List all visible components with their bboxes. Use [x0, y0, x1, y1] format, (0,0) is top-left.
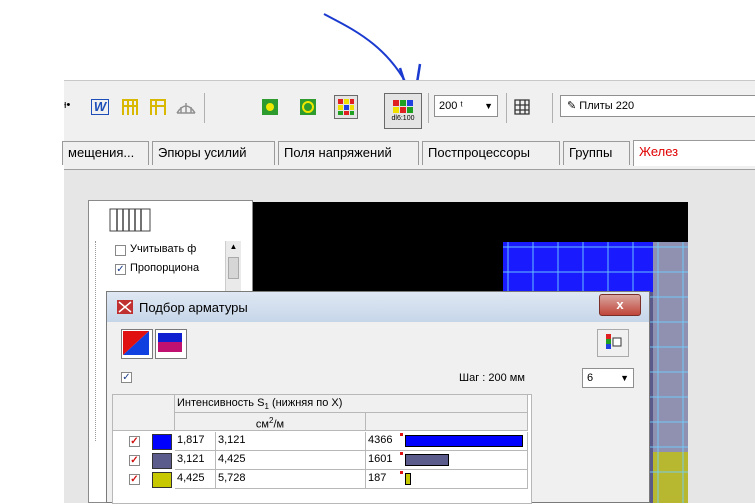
tree-item-label: Пропорциона	[130, 262, 200, 274]
row-count-marker	[400, 471, 403, 474]
section-icon	[109, 208, 151, 232]
tree-item-checkbox[interactable]: ✓	[115, 264, 126, 275]
tree-item-label: Учитывать ф	[130, 243, 197, 255]
bridge-icon	[176, 103, 196, 114]
step-combo[interactable]: 200 ᵗ ▼	[434, 95, 498, 117]
row-count-bar	[405, 473, 411, 485]
red-blue-split-button[interactable]	[121, 329, 153, 359]
intensity-header-suffix: (нижняя по X)	[268, 397, 343, 409]
reinforcement-dialog: Подбор арматуры x ✓ Шаг : 200 мм 6 ▼ Инт…	[106, 291, 650, 504]
row-count-marker	[400, 433, 403, 436]
frame-yellow-icon	[122, 99, 138, 115]
word-export-button[interactable]: W	[88, 95, 112, 119]
table-row[interactable]: ✓ 1,817 3,121 4366	[113, 432, 531, 451]
green-ring-button[interactable]	[296, 95, 320, 119]
reinforcement-grid-icon	[393, 100, 413, 113]
row-count-bar	[405, 435, 523, 447]
frame-tool-2-button[interactable]	[146, 95, 170, 119]
chart-header	[366, 413, 528, 431]
row-color-swatch[interactable]	[152, 434, 172, 450]
header-blank	[113, 395, 175, 431]
count-combo[interactable]: 6 ▼	[582, 368, 634, 388]
palette-button[interactable]	[597, 329, 629, 357]
show-scale-checkbox[interactable]: ✓	[121, 372, 132, 383]
row-visible-checkbox[interactable]: ✓	[129, 474, 140, 485]
reinforcement-app-icon	[117, 300, 133, 314]
tab-bar: мещения... Эпюры усилий Поля напряжений …	[62, 136, 755, 170]
frame-yellow-2-icon	[150, 99, 166, 115]
pencil-icon: ✎	[567, 100, 577, 112]
units-header: см2/м	[175, 413, 366, 431]
green-shape-button[interactable]	[258, 95, 282, 119]
legend-table: Интенсивность S1 (нижняя по X) см2/м ✓ 1,…	[112, 394, 532, 504]
count-combo-value: 6	[587, 372, 594, 384]
grid-tool-button[interactable]	[510, 95, 534, 119]
bridge-tool-button[interactable]	[174, 95, 198, 119]
red-blue-split-icon	[123, 331, 149, 355]
units-text: см	[255, 418, 269, 431]
tree-line	[95, 241, 97, 441]
word-icon: W	[90, 99, 110, 115]
tree-scrollbar[interactable]: ▲	[225, 241, 241, 291]
tab-stress-fields[interactable]: Поля напряжений	[278, 141, 419, 165]
row-from-value: 1,817	[175, 432, 216, 451]
tree-item-checkbox[interactable]	[115, 245, 126, 256]
tab-displacements[interactable]: мещения...	[62, 141, 149, 165]
frame-tool-button[interactable]	[118, 95, 142, 119]
row-count-marker	[400, 452, 403, 455]
dropdown-arrow-icon[interactable]: ᵻ•	[64, 99, 70, 111]
tab-reinforcement[interactable]: Желез	[633, 140, 755, 166]
color-mosaic-icon	[338, 99, 354, 115]
table-row[interactable]: ✓ 3,121 4,425 1601	[113, 451, 531, 470]
green-ring-icon	[300, 99, 316, 115]
tab-force-diagrams[interactable]: Эпюры усилий	[152, 141, 275, 165]
row-visible-checkbox[interactable]: ✓	[129, 455, 140, 466]
row-color-swatch[interactable]	[152, 472, 172, 488]
green-shape-icon	[262, 99, 278, 115]
row-count-bar	[405, 454, 449, 466]
close-button[interactable]: x	[599, 294, 641, 316]
step-label: Шаг : 200 мм	[459, 372, 525, 384]
row-from-value: 4,425	[175, 470, 216, 489]
grid-icon	[514, 99, 530, 115]
intensity-header: Интенсивность S1 (нижняя по X)	[175, 395, 528, 413]
reinforcement-mosaic-button[interactable]: dl6:100	[384, 93, 422, 129]
chevron-down-icon: ▼	[620, 373, 629, 383]
chevron-down-icon: ▼	[484, 101, 493, 111]
plates-combo[interactable]: ✎ Плиты 220	[560, 95, 755, 117]
scroll-up-icon[interactable]: ▲	[226, 241, 241, 253]
close-icon: x	[616, 297, 624, 312]
palette-icon	[606, 334, 622, 349]
row-to-value: 5,728	[216, 470, 366, 489]
tab-groups[interactable]: Группы	[563, 141, 630, 165]
color-mosaic-button[interactable]	[334, 95, 358, 119]
reinforcement-icon-text: dl6:100	[391, 115, 415, 122]
row-to-value: 3,121	[216, 432, 366, 451]
dialog-title: Подбор арматуры	[139, 300, 248, 315]
row-visible-checkbox[interactable]: ✓	[129, 436, 140, 447]
row-count-value: 187	[366, 470, 528, 489]
main-toolbar: ᵻ• W dl6:100 200 ᵗ ▼ ✎ Плиты 220	[64, 80, 755, 137]
plates-combo-value: Плиты 220	[579, 100, 635, 112]
dialog-titlebar[interactable]: Подбор арматуры x	[107, 292, 649, 322]
units-suffix: /м	[273, 418, 285, 431]
row-from-value: 3,121	[175, 451, 216, 470]
intensity-header-title: Интенсивность S	[177, 397, 265, 409]
blue-purple-icon	[158, 333, 182, 352]
row-to-value: 4,425	[216, 451, 366, 470]
row-color-swatch[interactable]	[152, 453, 172, 469]
table-row[interactable]: ✓ 4,425 5,728 187	[113, 470, 531, 489]
scroll-thumb[interactable]	[228, 257, 239, 279]
blue-purple-button[interactable]	[155, 329, 187, 359]
tab-postprocessors[interactable]: Постпроцессоры	[422, 141, 560, 165]
step-combo-value: 200 ᵗ	[439, 100, 463, 112]
